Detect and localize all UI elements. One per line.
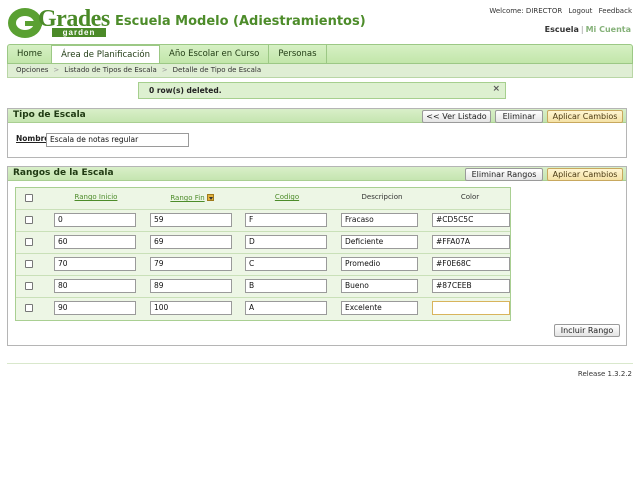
- release-version: Release 1.3.2.2: [577, 370, 632, 378]
- add-range-button[interactable]: Incluir Rango: [554, 324, 620, 337]
- range-end-input[interactable]: 89: [150, 279, 232, 293]
- range-start-input[interactable]: 90: [54, 301, 136, 315]
- tab-home[interactable]: Home: [8, 45, 53, 63]
- close-icon[interactable]: ×: [492, 82, 500, 97]
- table-row: 0 59 F Fracaso #CD5C5C: [16, 209, 510, 231]
- col-descripcion: Descripcion: [361, 193, 403, 201]
- account-mi-cuenta-link[interactable]: Mi Cuenta: [586, 25, 631, 34]
- page: Grades garden Escuela Modelo (Adiestrami…: [0, 0, 640, 480]
- range-end-input[interactable]: 100: [150, 301, 232, 315]
- color-input[interactable]: #FFA07A: [432, 235, 510, 249]
- range-start-input[interactable]: 80: [54, 279, 136, 293]
- grades-garden-logo[interactable]: Grades garden: [8, 6, 110, 38]
- row-checkbox[interactable]: [25, 282, 33, 290]
- ranges-title: Rangos de la Escala: [13, 168, 114, 178]
- sort-desc-icon: [206, 194, 214, 201]
- description-input[interactable]: Promedio: [341, 257, 418, 271]
- breadcrumb-detalle: Detalle de Tipo de Escala: [172, 66, 262, 74]
- name-label: Nombre: [16, 134, 50, 143]
- table-row: 60 69 D Deficiente #FFA07A: [16, 231, 510, 253]
- logo-g-mark: [8, 8, 42, 38]
- range-start-input[interactable]: 70: [54, 257, 136, 271]
- row-checkbox[interactable]: [25, 304, 33, 312]
- color-input[interactable]: [432, 301, 510, 315]
- tab-ano-escolar[interactable]: Año Escolar en Curso: [160, 45, 270, 63]
- breadcrumb-opciones[interactable]: Opciones: [16, 66, 48, 74]
- tab-area-planificacion[interactable]: Área de Planificación: [52, 45, 161, 63]
- col-codigo[interactable]: Codigo: [241, 193, 333, 201]
- description-input[interactable]: Bueno: [341, 279, 418, 293]
- table-row: 90 100 A Excelente: [16, 297, 510, 319]
- row-checkbox[interactable]: [25, 238, 33, 246]
- apply-ranges-button[interactable]: Aplicar Cambios: [547, 168, 623, 181]
- code-input[interactable]: A: [245, 301, 327, 315]
- col-rango-fin[interactable]: Rango Fin: [146, 193, 238, 202]
- footer-divider: [7, 363, 633, 364]
- name-input[interactable]: Escala de notas regular: [46, 133, 189, 147]
- feedback-link[interactable]: Feedback: [599, 7, 632, 15]
- logo-sub: garden: [52, 28, 106, 37]
- ranges-table: Rango Inicio Rango Fin Codigo Descripcio…: [15, 187, 511, 321]
- code-input[interactable]: B: [245, 279, 327, 293]
- row-checkbox[interactable]: [25, 260, 33, 268]
- range-end-input[interactable]: 59: [150, 213, 232, 227]
- row-checkbox[interactable]: [25, 216, 33, 224]
- ranges-panel: Rangos de la Escala Eliminar Rangos Apli…: [7, 166, 627, 346]
- app-title: Escuela Modelo (Adiestramientos): [115, 14, 366, 29]
- table-row: 80 89 B Bueno #87CEEB: [16, 275, 510, 297]
- code-input[interactable]: F: [245, 213, 327, 227]
- ranges-table-header: Rango Inicio Rango Fin Codigo Descripcio…: [16, 188, 510, 206]
- col-rango-inicio[interactable]: Rango Inicio: [50, 193, 142, 201]
- breadcrumb-listado[interactable]: Listado de Tipos de Escala: [64, 66, 156, 74]
- tab-personas[interactable]: Personas: [269, 45, 327, 63]
- description-input[interactable]: Fracaso: [341, 213, 418, 227]
- breadcrumb-separator-icon: >: [161, 66, 168, 74]
- color-input[interactable]: #CD5C5C: [432, 213, 510, 227]
- code-input[interactable]: D: [245, 235, 327, 249]
- apply-changes-button[interactable]: Aplicar Cambios: [547, 110, 623, 123]
- status-message-text: 0 row(s) deleted.: [149, 86, 222, 95]
- scale-type-title: Tipo de Escala: [13, 110, 86, 120]
- view-list-button[interactable]: << Ver Listado: [422, 110, 491, 123]
- ranges-panel-header: Rangos de la Escala Eliminar Rangos Apli…: [8, 167, 626, 181]
- logout-link[interactable]: Logout: [568, 7, 592, 15]
- color-input[interactable]: #F0E68C: [432, 257, 510, 271]
- range-end-input[interactable]: 79: [150, 257, 232, 271]
- code-input[interactable]: C: [245, 257, 327, 271]
- breadcrumb: Opciones > Listado de Tipos de Escala > Deta…: [7, 64, 633, 78]
- range-start-input[interactable]: 0: [54, 213, 136, 227]
- range-end-input[interactable]: 69: [150, 235, 232, 249]
- scale-type-panel: Tipo de Escala << Ver Listado Eliminar A…: [7, 108, 627, 158]
- scale-type-panel-header: Tipo de Escala << Ver Listado Eliminar A…: [8, 109, 626, 123]
- breadcrumb-separator-icon: >: [53, 66, 60, 74]
- welcome-text: Welcome: DIRECTOR: [489, 7, 563, 15]
- table-row: 70 79 C Promedio #F0E68C: [16, 253, 510, 275]
- main-nav: Home Área de Planificación Año Escolar e…: [7, 44, 633, 64]
- user-links: Welcome: DIRECTOR Logout Feedback: [485, 7, 632, 15]
- col-color: Color: [460, 193, 480, 201]
- status-message: 0 row(s) deleted. ×: [138, 82, 506, 99]
- account-escuela-link[interactable]: Escuela: [545, 25, 579, 34]
- color-input[interactable]: #87CEEB: [432, 279, 510, 293]
- description-input[interactable]: Deficiente: [341, 235, 418, 249]
- account-links: Escuela | Mi Cuenta: [544, 25, 631, 34]
- delete-ranges-button[interactable]: Eliminar Rangos: [465, 168, 543, 181]
- description-input[interactable]: Excelente: [341, 301, 418, 315]
- range-start-input[interactable]: 60: [54, 235, 136, 249]
- select-all-checkbox[interactable]: [25, 194, 33, 202]
- delete-button[interactable]: Eliminar: [495, 110, 543, 123]
